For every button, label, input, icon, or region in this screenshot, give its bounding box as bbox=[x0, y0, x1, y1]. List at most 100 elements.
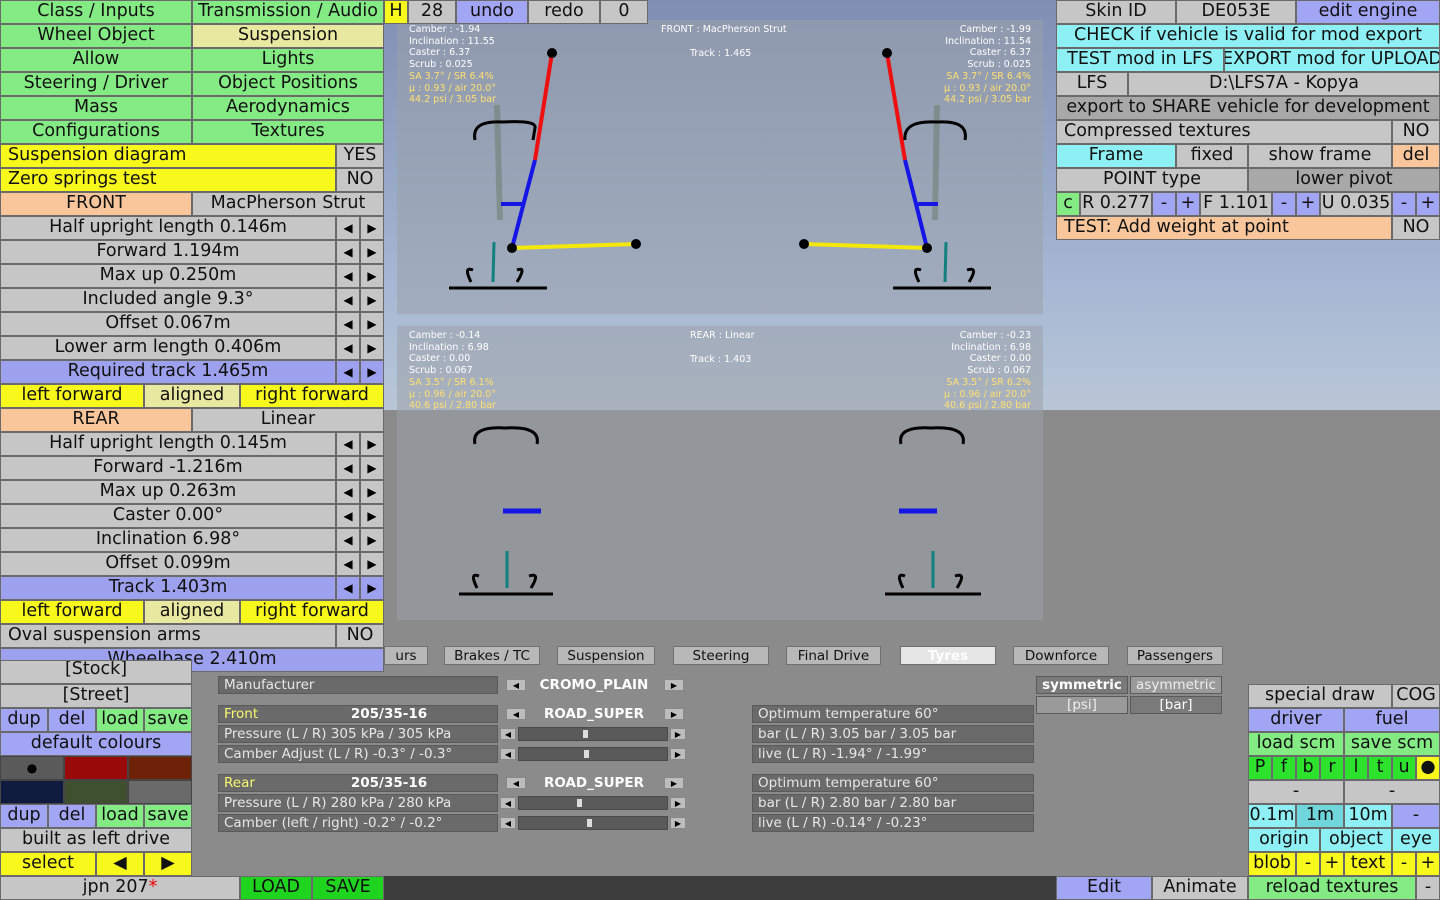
save-config-button[interactable]: save bbox=[144, 708, 192, 732]
vehicle-name[interactable]: jpn 207 * bbox=[0, 876, 240, 900]
select-next-icon[interactable]: ▶ bbox=[144, 852, 192, 876]
rear-increase-arrow-icon[interactable]: ▶ bbox=[360, 504, 384, 528]
zero-springs-toggle[interactable]: NO bbox=[336, 168, 384, 192]
rear-parameter-row[interactable]: Track 1.403m bbox=[0, 576, 336, 600]
colour-swatch[interactable] bbox=[64, 780, 128, 804]
load-config-button[interactable]: load bbox=[96, 708, 144, 732]
front-decrease-arrow-icon[interactable]: ◀ bbox=[336, 336, 360, 360]
front-parameter-row[interactable]: Max up 0.250m bbox=[0, 264, 336, 288]
front-type-next-icon[interactable]: ▶ bbox=[664, 708, 684, 720]
text-minus-button[interactable]: - bbox=[1392, 852, 1416, 876]
built-as-drive[interactable]: built as left drive bbox=[0, 828, 192, 852]
letter-toggle-button[interactable]: u bbox=[1392, 756, 1416, 780]
colour-swatch[interactable]: ● bbox=[0, 756, 64, 780]
rear-decrease-arrow-icon[interactable]: ◀ bbox=[336, 456, 360, 480]
front-suspension-type[interactable]: MacPherson Strut bbox=[192, 192, 384, 216]
step-0-1m-button[interactable]: 0.1m bbox=[1248, 804, 1296, 828]
delete-frame-button[interactable]: del bbox=[1392, 144, 1440, 168]
del-colour-button[interactable]: del bbox=[48, 804, 96, 828]
front-decrease-arrow-icon[interactable]: ◀ bbox=[336, 264, 360, 288]
fuel-button[interactable]: fuel bbox=[1344, 708, 1440, 732]
rear-type-prev-icon[interactable]: ◀ bbox=[506, 777, 526, 789]
export-upload-button[interactable]: EXPORT mod for UPLOAD bbox=[1224, 48, 1440, 72]
front-left-forward-button[interactable]: left forward bbox=[0, 384, 144, 408]
rear-parameter-row[interactable]: Offset 0.099m bbox=[0, 552, 336, 576]
c-button[interactable]: c bbox=[1056, 192, 1080, 216]
save-colour-button[interactable]: save bbox=[144, 804, 192, 828]
letter-toggle-button[interactable]: P bbox=[1248, 756, 1272, 780]
object-positions-button[interactable]: Object Positions bbox=[192, 72, 384, 96]
rear-increase-arrow-icon[interactable]: ▶ bbox=[360, 576, 384, 600]
eye-button[interactable]: eye bbox=[1392, 828, 1440, 852]
rear-decrease-arrow-icon[interactable]: ◀ bbox=[336, 432, 360, 456]
select-prev-icon[interactable]: ◀ bbox=[96, 852, 144, 876]
street-config[interactable]: [Street] bbox=[0, 684, 192, 708]
rear-decrease-arrow-icon[interactable]: ◀ bbox=[336, 480, 360, 504]
skin-id-value[interactable]: DE053E bbox=[1176, 0, 1296, 24]
r-value[interactable]: R 0.277 bbox=[1080, 192, 1152, 216]
rear-pressure-slider[interactable] bbox=[518, 796, 668, 810]
rear-decrease-arrow-icon[interactable]: ◀ bbox=[336, 576, 360, 600]
front-increase-arrow-icon[interactable]: ▶ bbox=[360, 336, 384, 360]
rear-decrease-arrow-icon[interactable]: ◀ bbox=[336, 552, 360, 576]
front-decrease-arrow-icon[interactable]: ◀ bbox=[336, 240, 360, 264]
front-aligned-button[interactable]: aligned bbox=[144, 384, 240, 408]
rear-parameter-row[interactable]: Caster 0.00° bbox=[0, 504, 336, 528]
rear-parameter-row[interactable]: Max up 0.263m bbox=[0, 480, 336, 504]
tab-tyres[interactable]: Tyres bbox=[900, 646, 996, 665]
rear-parameter-row[interactable]: Half upright length 0.145m bbox=[0, 432, 336, 456]
letter-toggle-button[interactable]: ● bbox=[1416, 756, 1440, 780]
colour-swatch[interactable] bbox=[0, 780, 64, 804]
rear-pressure-knob[interactable] bbox=[577, 799, 582, 807]
rear-pressure-increase-icon[interactable]: ▶ bbox=[670, 797, 686, 809]
compressed-textures-toggle[interactable]: NO bbox=[1392, 120, 1440, 144]
front-pressure-decrease-icon[interactable]: ◀ bbox=[500, 728, 516, 740]
rear-decrease-arrow-icon[interactable]: ◀ bbox=[336, 528, 360, 552]
special-draw-button[interactable]: special draw bbox=[1248, 684, 1392, 708]
undo-button[interactable]: undo bbox=[456, 0, 528, 24]
load-vehicle-button[interactable]: LOAD bbox=[240, 876, 312, 900]
front-camber-knob[interactable] bbox=[584, 750, 590, 758]
export-share-button[interactable]: export to SHARE vehicle for development bbox=[1056, 96, 1440, 120]
rear-left-forward-button[interactable]: left forward bbox=[0, 600, 144, 624]
tab-suspension[interactable]: Suspension bbox=[557, 646, 655, 665]
allow-button[interactable]: Allow bbox=[0, 48, 192, 72]
load-scm-button[interactable]: load scm bbox=[1248, 732, 1344, 756]
rear-right-forward-button[interactable]: right forward bbox=[240, 600, 384, 624]
dup-colour-button[interactable]: dup bbox=[0, 804, 48, 828]
transmission-audio-button[interactable]: Transmission / Audio bbox=[192, 0, 384, 24]
front-parameter-row[interactable]: Lower arm length 0.406m bbox=[0, 336, 336, 360]
letter-toggle-button[interactable]: l bbox=[1344, 756, 1368, 780]
rear-increase-arrow-icon[interactable]: ▶ bbox=[360, 456, 384, 480]
dash-button-1[interactable]: - bbox=[1248, 780, 1344, 804]
front-decrease-arrow-icon[interactable]: ◀ bbox=[336, 216, 360, 240]
rear-increase-arrow-icon[interactable]: ▶ bbox=[360, 528, 384, 552]
front-parameter-row[interactable]: Forward 1.194m bbox=[0, 240, 336, 264]
aerodynamics-button[interactable]: Aerodynamics bbox=[192, 96, 384, 120]
front-parameter-row[interactable]: Required track 1.465m bbox=[0, 360, 336, 384]
front-camber-decrease-icon[interactable]: ◀ bbox=[500, 748, 516, 760]
f-value[interactable]: F 1.101 bbox=[1200, 192, 1272, 216]
front-increase-arrow-icon[interactable]: ▶ bbox=[360, 288, 384, 312]
rear-pressure-decrease-icon[interactable]: ◀ bbox=[500, 797, 516, 809]
frame-button[interactable]: Frame bbox=[1056, 144, 1176, 168]
rear-camber-increase-icon[interactable]: ▶ bbox=[670, 817, 686, 829]
wheel-object-button[interactable]: Wheel Object bbox=[0, 24, 192, 48]
default-colours-button[interactable]: default colours bbox=[0, 732, 192, 756]
redo-button[interactable]: redo bbox=[528, 0, 600, 24]
front-pressure-slider[interactable] bbox=[518, 727, 668, 741]
tab-steering[interactable]: Steering bbox=[673, 646, 769, 665]
save-vehicle-button[interactable]: SAVE bbox=[312, 876, 384, 900]
point-type-value[interactable]: lower pivot bbox=[1248, 168, 1440, 192]
blob-plus-button[interactable]: + bbox=[1320, 852, 1344, 876]
colour-swatch[interactable] bbox=[128, 780, 192, 804]
dup-config-button[interactable]: dup bbox=[0, 708, 48, 732]
tab-downforce[interactable]: Downforce bbox=[1013, 646, 1109, 665]
u-plus-button[interactable]: + bbox=[1416, 192, 1440, 216]
front-increase-arrow-icon[interactable]: ▶ bbox=[360, 360, 384, 384]
del-config-button[interactable]: del bbox=[48, 708, 96, 732]
letter-toggle-button[interactable]: f bbox=[1272, 756, 1296, 780]
mass-button[interactable]: Mass bbox=[0, 96, 192, 120]
tab-final-drive[interactable]: Final Drive bbox=[786, 646, 881, 665]
driver-button[interactable]: driver bbox=[1248, 708, 1344, 732]
